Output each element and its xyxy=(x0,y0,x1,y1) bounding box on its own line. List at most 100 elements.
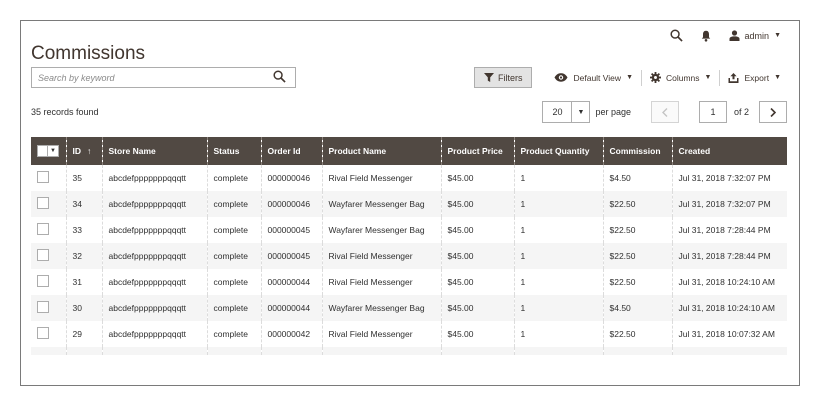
column-header-commission[interactable]: Commission xyxy=(603,137,673,165)
cell-product-name: Rival Field Messenger xyxy=(322,321,442,347)
previous-page-button[interactable] xyxy=(650,101,679,123)
cell-created xyxy=(672,347,787,355)
cell-product-price: $45.00 xyxy=(441,243,515,269)
row-checkbox[interactable] xyxy=(37,249,49,261)
mass-select-dropdown[interactable]: ▼ xyxy=(37,145,59,157)
table-row[interactable]: 33 abcdefpppppppqqqtt complete 000000045… xyxy=(31,217,787,243)
search-input[interactable] xyxy=(32,69,269,87)
global-search-button[interactable] xyxy=(670,29,683,42)
row-select-cell xyxy=(31,295,67,321)
default-view-button[interactable]: Default View ▼ xyxy=(546,68,641,87)
header-actions: admin ▼ xyxy=(670,29,781,42)
chevron-down-icon: ▼ xyxy=(774,32,781,39)
column-header-status[interactable]: Status xyxy=(207,137,262,165)
cell-status: complete xyxy=(207,165,262,191)
commissions-panel: Commissions admin ▼ Search by keyword Fi… xyxy=(20,20,800,386)
row-checkbox[interactable] xyxy=(37,327,49,339)
cell-id xyxy=(66,347,103,355)
cell-store-name: abcdefpppppppqqqtt xyxy=(102,217,208,243)
cell-product-price: $45.00 xyxy=(441,295,515,321)
commissions-table: ▼ ID ↑ Store Name Status Order Id Product… xyxy=(31,137,787,355)
row-select-cell xyxy=(31,243,67,269)
row-checkbox[interactable] xyxy=(37,197,49,209)
cell-product-name: Rival Field Messenger xyxy=(322,243,442,269)
page-title: Commissions xyxy=(31,42,146,64)
column-header-product-name[interactable]: Product Name xyxy=(322,137,442,165)
chevron-left-icon xyxy=(661,107,668,117)
cell-status xyxy=(207,347,262,355)
cell-status: complete xyxy=(207,191,262,217)
keyword-search xyxy=(31,67,296,88)
pagination: 20 ▼ per page 1 of 2 xyxy=(542,101,787,123)
notifications-button[interactable] xyxy=(701,30,711,42)
cell-created: Jul 31, 2018 10:07:32 AM xyxy=(672,321,787,347)
cell-status: complete xyxy=(207,321,262,347)
search-icon xyxy=(273,70,286,83)
default-view-label: Default View xyxy=(573,72,622,83)
current-page-input[interactable]: 1 xyxy=(698,101,727,123)
next-page-button[interactable] xyxy=(759,101,787,123)
per-page-select[interactable]: 20 ▼ xyxy=(542,101,591,123)
table-body: 35 abcdefpppppppqqqtt complete 000000046… xyxy=(31,165,787,355)
chevron-down-icon[interactable]: ▼ xyxy=(571,102,590,122)
row-checkbox[interactable] xyxy=(37,171,49,183)
cell-status: complete xyxy=(207,295,262,321)
cell-created: Jul 31, 2018 7:32:07 PM xyxy=(672,191,787,217)
row-checkbox[interactable] xyxy=(37,301,49,313)
chevron-right-icon xyxy=(770,107,776,117)
row-select-cell xyxy=(31,269,67,295)
column-header-id[interactable]: ID ↑ xyxy=(66,137,103,165)
cell-order-id xyxy=(261,347,323,355)
column-header-product-quantity[interactable]: Product Quantity xyxy=(514,137,604,165)
cell-commission: $22.50 xyxy=(603,243,673,269)
table-row[interactable]: 31 abcdefpppppppqqqtt complete 000000044… xyxy=(31,269,787,295)
cell-created: Jul 31, 2018 7:32:07 PM xyxy=(672,165,787,191)
row-select-cell xyxy=(31,321,67,347)
table-row[interactable]: 34 abcdefpppppppqqqtt complete 000000046… xyxy=(31,191,787,217)
admin-user-menu[interactable]: admin ▼ xyxy=(729,30,781,41)
row-checkbox[interactable] xyxy=(37,223,49,235)
table-row[interactable] xyxy=(31,347,787,355)
columns-label: Columns xyxy=(666,72,700,83)
cell-store-name: abcdefpppppppqqqtt xyxy=(102,191,208,217)
admin-username: admin xyxy=(744,30,770,41)
chevron-down-icon: ▼ xyxy=(774,74,781,81)
row-checkbox[interactable] xyxy=(37,275,49,287)
table-row[interactable]: 35 abcdefpppppppqqqtt complete 000000046… xyxy=(31,165,787,191)
total-pages-label: of 2 xyxy=(733,107,749,117)
select-all-checkbox[interactable] xyxy=(38,147,47,155)
cell-product-name: Wayfarer Messenger Bag xyxy=(322,191,442,217)
table-row[interactable]: 30 abcdefpppppppqqqtt complete 000000044… xyxy=(31,295,787,321)
cell-created: Jul 31, 2018 7:28:44 PM xyxy=(672,243,787,269)
table-row[interactable]: 29 abcdefpppppppqqqtt complete 000000042… xyxy=(31,321,787,347)
cell-product-quantity: 1 xyxy=(514,165,604,191)
filters-button[interactable]: Filters xyxy=(473,67,533,88)
column-header-created[interactable]: Created xyxy=(672,137,787,165)
user-icon xyxy=(729,30,740,41)
chevron-down-icon: ▼ xyxy=(704,74,712,81)
column-header-product-price[interactable]: Product Price xyxy=(441,137,515,165)
sort-ascending-icon: ↑ xyxy=(87,146,92,156)
cell-id: 33 xyxy=(66,217,103,243)
cell-order-id: 000000042 xyxy=(261,321,323,347)
cell-commission: $4.50 xyxy=(603,165,673,191)
export-button[interactable]: Export ▼ xyxy=(720,68,789,87)
search-submit-button[interactable] xyxy=(273,70,286,83)
cell-product-quantity: 1 xyxy=(514,243,604,269)
cell-id: 32 xyxy=(66,243,103,269)
cell-id: 35 xyxy=(66,165,103,191)
column-header-order-id[interactable]: Order Id xyxy=(261,137,323,165)
cell-product-price: $45.00 xyxy=(441,269,515,295)
columns-button[interactable]: Columns ▼ xyxy=(642,68,719,87)
cell-commission: $22.50 xyxy=(603,191,673,217)
cell-store-name: abcdefpppppppqqqtt xyxy=(102,165,208,191)
cell-id: 34 xyxy=(66,191,103,217)
cell-commission: $4.50 xyxy=(603,295,673,321)
cell-product-quantity: 1 xyxy=(514,269,604,295)
cell-order-id: 000000044 xyxy=(261,295,323,321)
funnel-icon xyxy=(483,73,494,82)
column-header-store-name[interactable]: Store Name xyxy=(102,137,208,165)
cell-created: Jul 31, 2018 10:24:10 AM xyxy=(672,269,787,295)
cell-commission: $22.50 xyxy=(603,321,673,347)
table-row[interactable]: 32 abcdefpppppppqqqtt complete 000000045… xyxy=(31,243,787,269)
